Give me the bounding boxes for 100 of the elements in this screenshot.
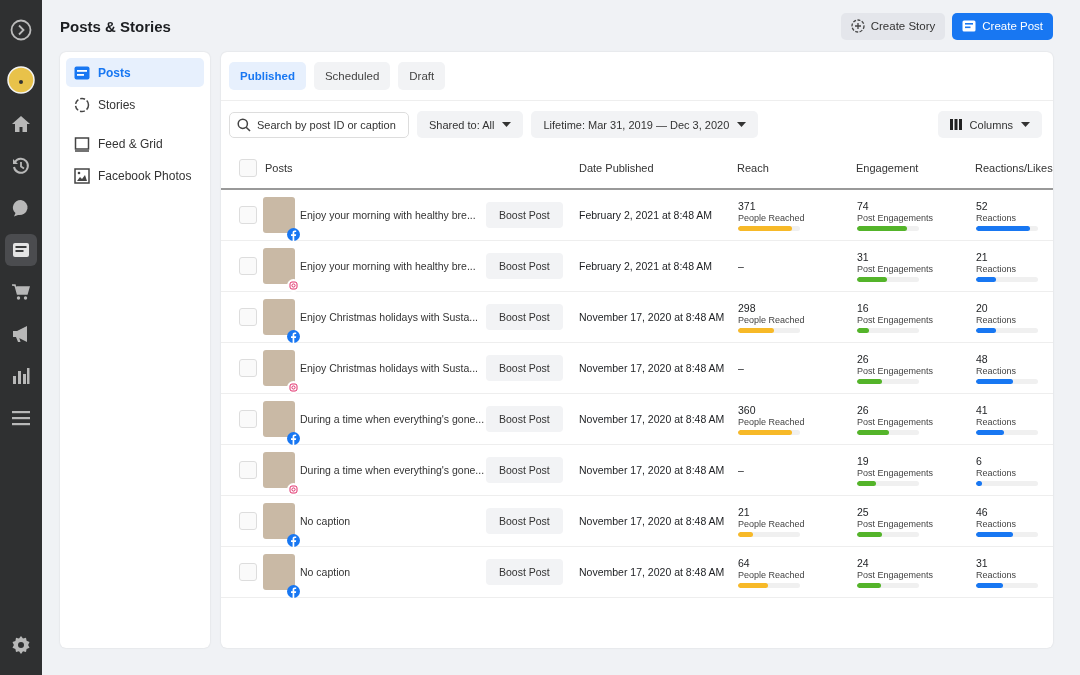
date-cell-text: November 17, 2020 at 8:48 AM (578, 311, 726, 323)
row-checkbox[interactable] (239, 410, 257, 428)
boost-post-button[interactable]: Boost Post (486, 304, 563, 330)
photo-placeholder (263, 299, 295, 335)
posts-icon (11, 240, 31, 260)
row-checkbox[interactable] (239, 257, 257, 275)
metric-value: – (738, 361, 744, 375)
metric-label: Reactions (976, 263, 1017, 275)
boost-post-button[interactable]: Boost Post (486, 253, 563, 279)
caret-icon (737, 122, 747, 127)
metric-label: Post Engagements (857, 518, 934, 530)
sidebar-item[interactable]: Feed & Grid (66, 129, 204, 158)
metric-value: 371 (738, 199, 756, 213)
post-caption: Enjoy Christmas holidays with Susta... (300, 362, 479, 374)
metric-label: Reactions (976, 314, 1017, 326)
metric-value: – (738, 259, 744, 273)
column-header: Reactions/Likes (974, 162, 1053, 174)
filter-dropdown[interactable]: Shared to: All (417, 111, 524, 138)
facebook-icon (287, 330, 300, 343)
row-checkbox[interactable] (239, 563, 257, 581)
caret-icon (1021, 122, 1030, 127)
metric-label: Post Engagements (857, 263, 934, 275)
profile-avatar[interactable] (5, 64, 37, 96)
instagram-icon (287, 381, 300, 394)
page-title: Posts & Stories (60, 17, 171, 35)
date-cell-text: February 2, 2021 at 8:48 AM (578, 209, 714, 221)
metric-value: 26 (857, 352, 869, 366)
metric-value: 360 (738, 403, 756, 417)
sidebar-item[interactable]: Posts (66, 58, 204, 87)
metric-label: Reactions (976, 467, 1017, 479)
rail-button[interactable] (5, 234, 37, 266)
photo-placeholder (263, 554, 295, 590)
avatar-icon (7, 66, 35, 94)
home-icon (11, 114, 31, 134)
column-header: Date Published (578, 162, 655, 174)
sidebar-item[interactable]: Facebook Photos (66, 161, 204, 190)
row-checkbox[interactable] (239, 359, 257, 377)
boost-post-button[interactable]: Boost Post (486, 355, 563, 381)
metric-label: People Reached (738, 416, 805, 428)
search-field[interactable]: Search by post ID or caption (229, 111, 409, 138)
date-cell-text: November 17, 2020 at 8:48 AM (578, 515, 726, 527)
boost-post-button[interactable]: Boost Post (486, 457, 563, 483)
posts-icon (74, 65, 90, 80)
metric-label: People Reached (738, 314, 805, 326)
facebook-icon (287, 585, 300, 598)
metric-value: 48 (976, 352, 988, 366)
tab[interactable]: Scheduled (313, 62, 391, 90)
date-cell-text: November 17, 2020 at 8:48 AM (578, 362, 726, 374)
chevron-circle-icon (10, 19, 32, 41)
row-checkbox[interactable] (239, 461, 257, 479)
row-checkbox[interactable] (239, 512, 257, 530)
boost-post-button[interactable]: Boost Post (486, 559, 563, 585)
post-caption: No caption (300, 515, 352, 527)
metric-label: Reactions (976, 365, 1017, 377)
facebook-icon (287, 432, 300, 445)
photo-placeholder (263, 452, 295, 488)
date-cell-text: November 17, 2020 at 8:48 AM (578, 566, 726, 578)
metric-value: 31 (976, 556, 988, 570)
cart-icon (11, 282, 31, 302)
post-icon (962, 20, 977, 32)
facebook-icon (287, 534, 300, 547)
tab[interactable]: Published (229, 62, 306, 90)
metric-label: People Reached (738, 569, 805, 581)
photo-placeholder (263, 197, 295, 233)
metric-value: 74 (857, 199, 869, 213)
metric-value: 24 (857, 556, 869, 570)
create-story-button[interactable]: Create Story (840, 12, 946, 40)
column-header: Engagement (855, 162, 920, 174)
instagram-icon (287, 279, 300, 292)
boost-post-button[interactable]: Boost Post (486, 508, 563, 534)
metric-value: 16 (857, 301, 869, 315)
metric-label: People Reached (738, 212, 805, 224)
tab[interactable]: Draft (398, 62, 446, 90)
create-post-button[interactable]: Create Post (952, 12, 1053, 40)
metric-value: 19 (857, 454, 869, 468)
post-caption: No caption (300, 566, 352, 578)
instagram-icon (287, 483, 300, 496)
metric-value: 21 (738, 505, 750, 519)
row-checkbox[interactable] (239, 308, 257, 326)
metric-label: Post Engagements (857, 569, 934, 581)
metric-label: Reactions (976, 212, 1017, 224)
boost-post-button[interactable]: Boost Post (486, 406, 563, 432)
caret-icon (502, 122, 512, 127)
metric-value: 298 (738, 301, 756, 315)
filter-dropdown[interactable]: Lifetime: Mar 31, 2019 — Dec 3, 2020 (531, 111, 759, 138)
columns-icon (949, 119, 962, 130)
post-caption: Enjoy your morning with healthy bre... (300, 260, 477, 272)
metric-value: – (738, 463, 744, 477)
select-all-checkbox[interactable] (239, 159, 257, 177)
photo-placeholder (263, 350, 295, 386)
row-checkbox[interactable] (239, 206, 257, 224)
metric-value: 26 (857, 403, 869, 417)
metric-label: Reactions (976, 416, 1017, 428)
sidebar-item[interactable]: Stories (66, 90, 204, 119)
boost-post-button[interactable]: Boost Post (486, 202, 563, 228)
columns-button[interactable]: Columns (937, 111, 1042, 138)
post-caption: During a time when everything's gone... (300, 464, 486, 476)
settings-icon (11, 635, 31, 655)
metric-value: 46 (976, 505, 988, 519)
metric-value: 31 (857, 250, 869, 264)
